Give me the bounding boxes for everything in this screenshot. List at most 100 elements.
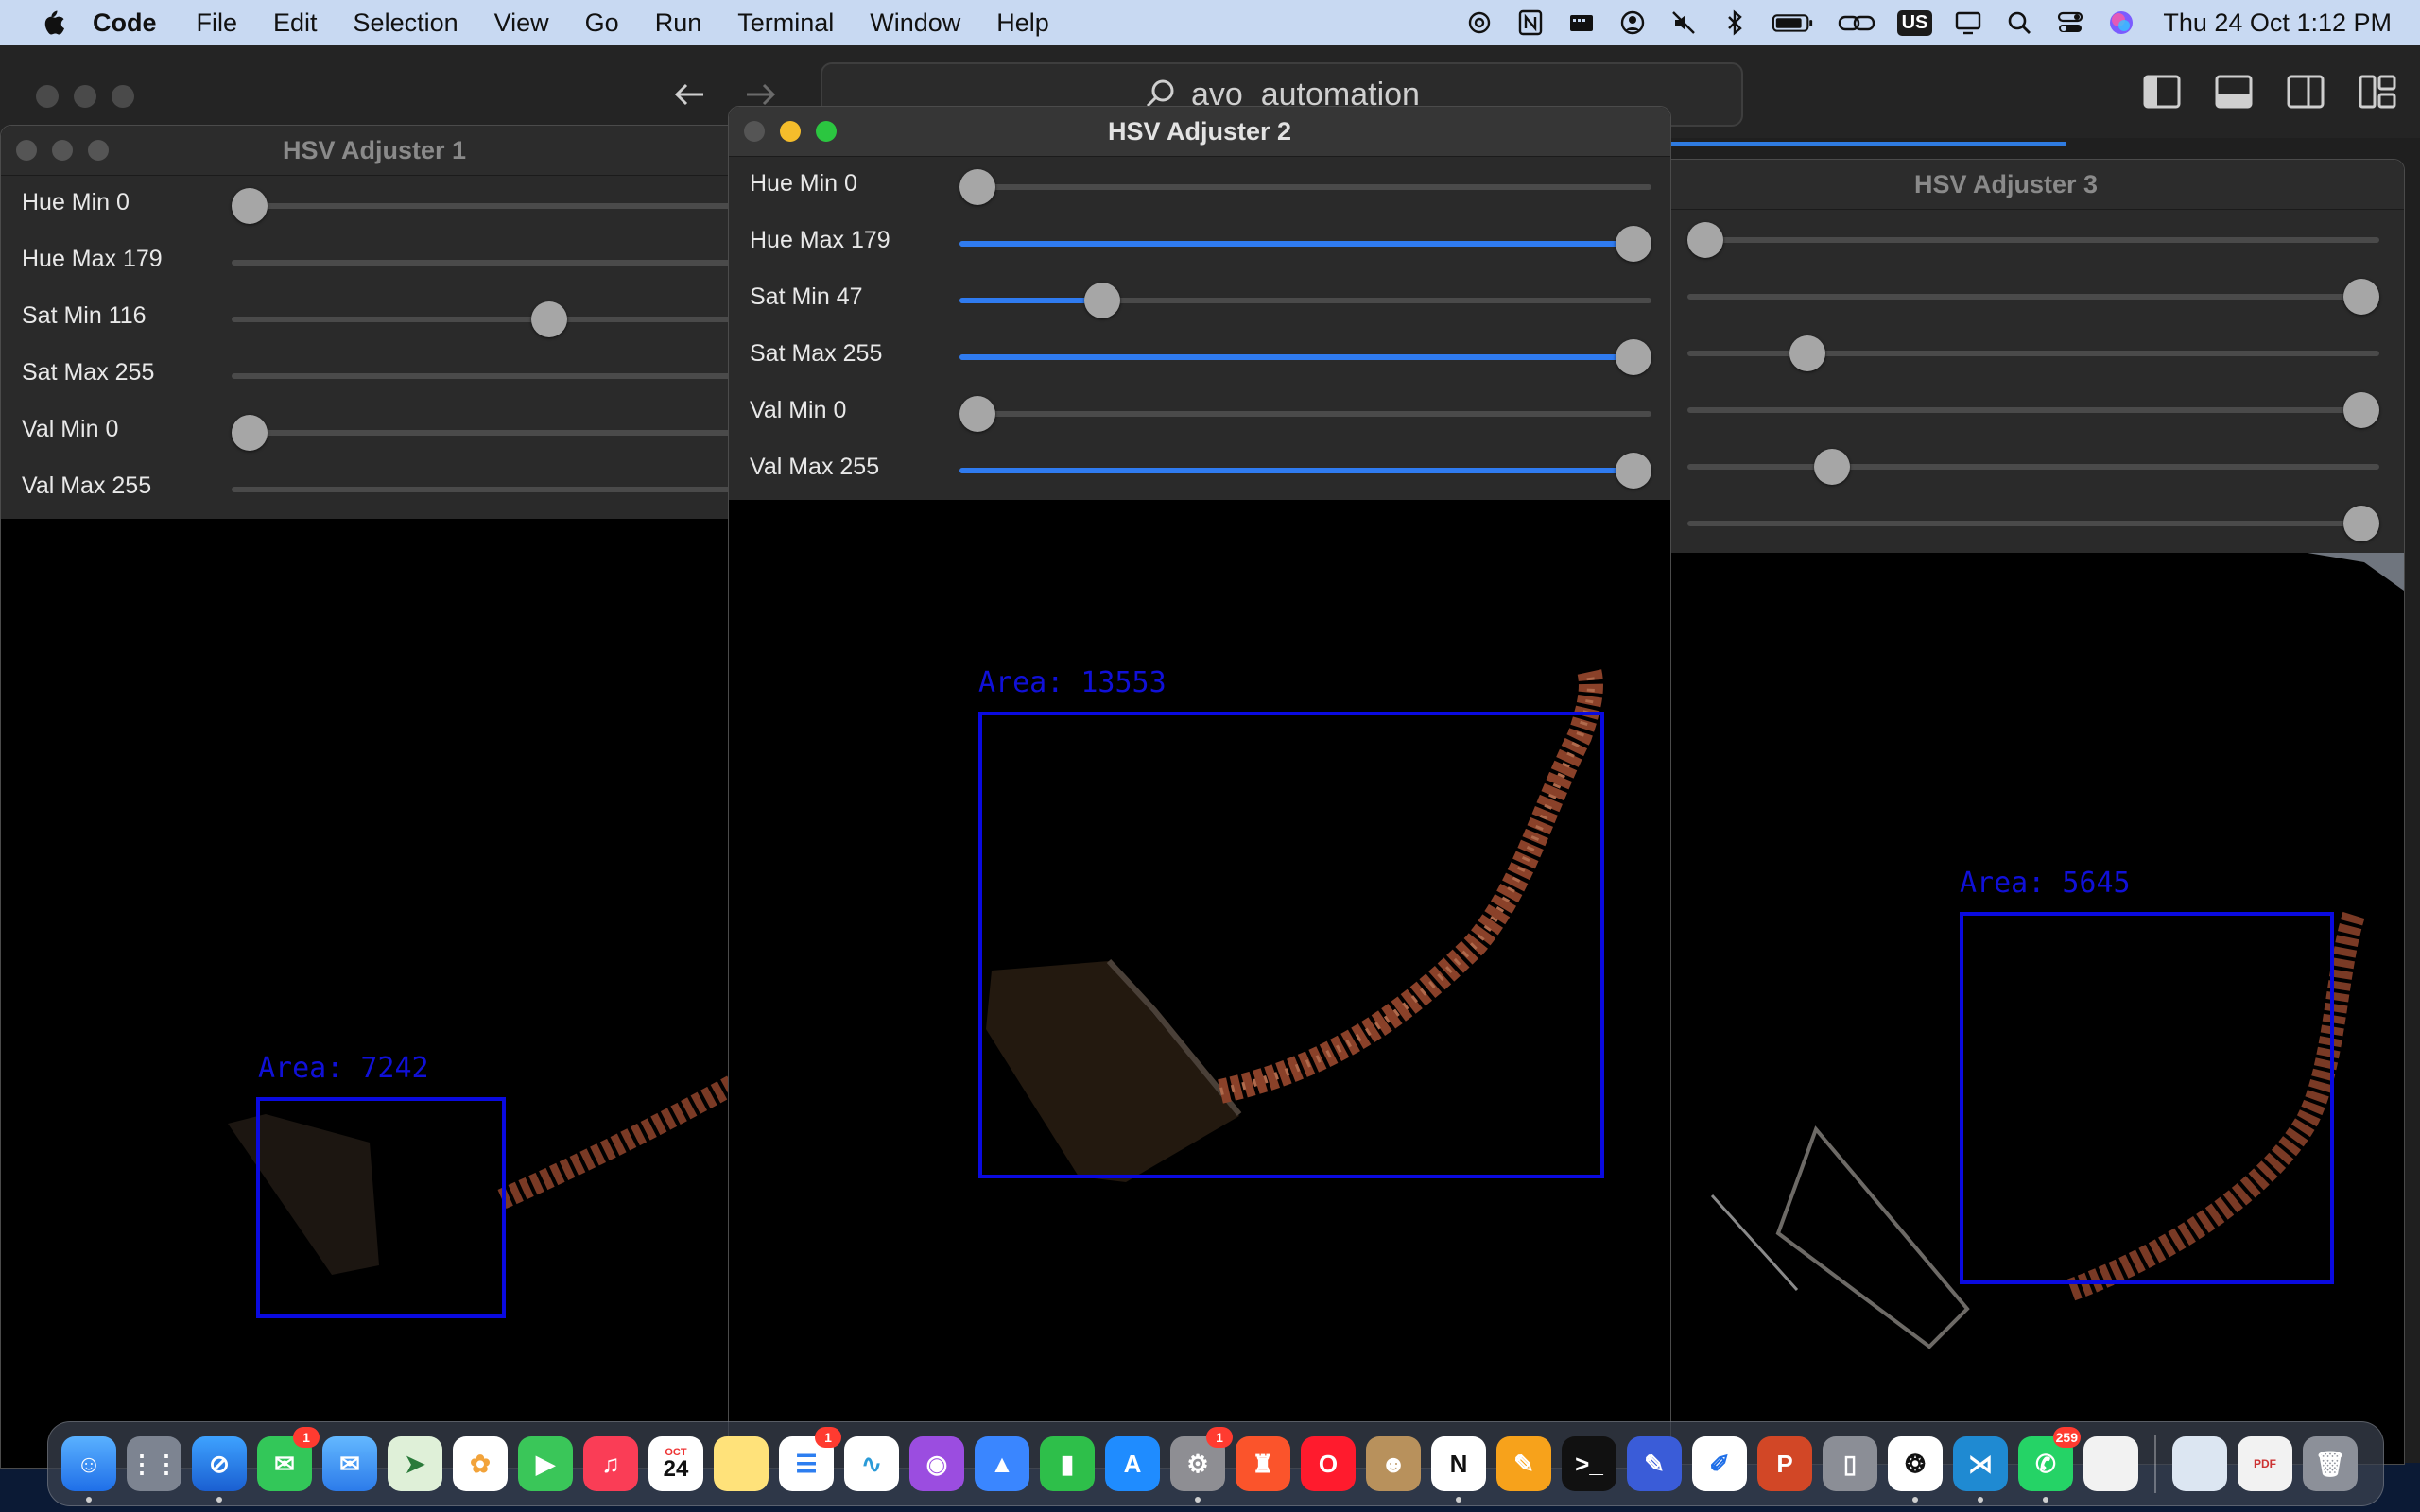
menu-file[interactable]: File xyxy=(197,9,238,38)
launchpad-icon[interactable]: ⋮⋮ xyxy=(127,1436,182,1491)
slider-track[interactable] xyxy=(959,354,1651,360)
slider-track[interactable] xyxy=(232,487,748,492)
slider-track[interactable] xyxy=(232,430,748,436)
document-icon[interactable] xyxy=(2083,1436,2138,1491)
slider-thumb[interactable] xyxy=(232,415,268,451)
slider-thumb[interactable] xyxy=(1814,449,1850,485)
mute-icon[interactable] xyxy=(1668,9,1699,37)
contacts-icon[interactable]: ☻ xyxy=(1366,1436,1421,1491)
notes-icon[interactable] xyxy=(714,1436,769,1491)
slider-track[interactable] xyxy=(1687,294,2379,300)
slider-track[interactable] xyxy=(232,260,748,266)
trash-icon[interactable]: 🗑 xyxy=(2303,1436,2358,1491)
editor-icon[interactable]: ✎ xyxy=(1627,1436,1682,1491)
podcasts-icon[interactable]: ◉ xyxy=(909,1436,964,1491)
pdf-document-icon[interactable]: PDF xyxy=(2238,1436,2292,1491)
app-store-icon[interactable]: A xyxy=(1105,1436,1160,1491)
minimize-button[interactable] xyxy=(52,140,73,161)
slider-thumb[interactable] xyxy=(2343,506,2379,541)
slider-thumb[interactable] xyxy=(1687,222,1723,258)
window-titlebar[interactable]: HSV Adjuster 1 xyxy=(1,126,748,176)
slider-thumb[interactable] xyxy=(531,301,567,337)
terminal-icon[interactable]: >_ xyxy=(1562,1436,1616,1491)
slider-track[interactable] xyxy=(1687,237,2379,243)
openai-status-icon[interactable] xyxy=(1464,9,1495,37)
menu-edit[interactable]: Edit xyxy=(273,9,318,38)
numbers-icon[interactable]: ▮ xyxy=(1040,1436,1095,1491)
pages-icon[interactable]: ✎ xyxy=(1496,1436,1551,1491)
menu-help[interactable]: Help xyxy=(996,9,1049,38)
slider-track[interactable] xyxy=(1687,407,2379,413)
menu-selection[interactable]: Selection xyxy=(354,9,458,38)
battery-icon[interactable] xyxy=(1771,9,1816,37)
toggle-panel-icon[interactable] xyxy=(2214,72,2254,112)
menubar-clock[interactable]: Thu 24 Oct 1:12 PM xyxy=(2163,9,2392,38)
menu-go[interactable]: Go xyxy=(585,9,619,38)
slider-track[interactable] xyxy=(959,468,1651,473)
freeform-icon[interactable]: ∿ xyxy=(844,1436,899,1491)
menu-app-name[interactable]: Code xyxy=(93,9,157,38)
finder-icon[interactable]: ☺ xyxy=(61,1436,116,1503)
slider-thumb[interactable] xyxy=(1616,339,1651,375)
slider-thumb[interactable] xyxy=(959,396,995,432)
powerpoint-icon[interactable]: P xyxy=(1757,1436,1812,1491)
facetime-icon[interactable]: ▶ xyxy=(518,1436,573,1491)
toggle-primary-sidebar-icon[interactable] xyxy=(2142,72,2182,112)
arrow-left-icon[interactable] xyxy=(669,74,711,115)
spotlight-search-icon[interactable] xyxy=(2004,9,2034,37)
slider-track[interactable] xyxy=(232,317,748,322)
system-settings-icon[interactable]: ⚙ 1 xyxy=(1170,1427,1233,1503)
toggle-secondary-sidebar-icon[interactable] xyxy=(2286,72,2325,112)
close-button[interactable] xyxy=(36,85,59,108)
menu-terminal[interactable]: Terminal xyxy=(737,9,834,38)
script-editor-icon[interactable]: ✐ xyxy=(1692,1436,1747,1491)
slider-thumb[interactable] xyxy=(2343,392,2379,428)
slider-thumb[interactable] xyxy=(232,188,268,224)
bluetooth-icon[interactable] xyxy=(1720,9,1750,37)
slider-track[interactable] xyxy=(959,184,1651,190)
iphone-mirroring-icon[interactable]: ▯ xyxy=(1823,1436,1877,1491)
input-source-badge[interactable]: US xyxy=(1896,9,1933,36)
slider-thumb[interactable] xyxy=(1084,283,1120,318)
slider-track[interactable] xyxy=(959,298,1651,303)
slider-track[interactable] xyxy=(232,203,748,209)
close-button[interactable] xyxy=(744,121,765,142)
slider-track[interactable] xyxy=(1687,521,2379,526)
slider-thumb[interactable] xyxy=(959,169,995,205)
keynote-icon[interactable]: ▲ xyxy=(975,1436,1029,1491)
minimize-button[interactable] xyxy=(780,121,801,142)
control-center-icon[interactable] xyxy=(2055,9,2085,37)
reminders-icon[interactable]: ☰ 1 xyxy=(779,1427,841,1491)
photos-icon[interactable]: ✿ xyxy=(453,1436,508,1491)
slider-thumb[interactable] xyxy=(1789,335,1825,371)
slider-thumb[interactable] xyxy=(1616,226,1651,262)
zoom-button[interactable] xyxy=(88,140,109,161)
slider-track[interactable] xyxy=(232,373,748,379)
window-titlebar[interactable]: HSV Adjuster 2 xyxy=(729,107,1670,157)
user-status-icon[interactable] xyxy=(1617,9,1648,37)
display-icon[interactable] xyxy=(1953,9,1983,37)
whatsapp-icon[interactable]: ✆ 259 xyxy=(2018,1427,2081,1503)
downloads-folder-icon[interactable] xyxy=(2172,1436,2227,1491)
notion-icon[interactable]: N xyxy=(1431,1436,1486,1503)
link-status-icon[interactable] xyxy=(1837,9,1876,37)
menu-window[interactable]: Window xyxy=(870,9,960,38)
siri-icon[interactable] xyxy=(2106,9,2136,37)
maps-icon[interactable]: ➤ xyxy=(388,1436,442,1491)
notion-status-icon[interactable] xyxy=(1515,9,1546,37)
calendar-icon[interactable]: OCT 24 xyxy=(648,1436,703,1491)
brave-icon[interactable]: ♜ xyxy=(1236,1436,1290,1491)
zoom-button[interactable] xyxy=(112,85,134,108)
messages-icon[interactable]: ✉ 1 xyxy=(257,1427,320,1491)
slider-thumb[interactable] xyxy=(1616,453,1651,489)
media-status-icon[interactable] xyxy=(1566,9,1597,37)
slider-track[interactable] xyxy=(1687,464,2379,470)
close-button[interactable] xyxy=(16,140,37,161)
music-icon[interactable]: ♫ xyxy=(583,1436,638,1491)
opera-icon[interactable]: O xyxy=(1301,1436,1356,1491)
slider-thumb[interactable] xyxy=(2343,279,2379,315)
chatgpt-icon[interactable]: ❂ xyxy=(1888,1436,1943,1503)
slider-track[interactable] xyxy=(959,241,1651,247)
mail-icon[interactable]: ✉ xyxy=(322,1436,377,1491)
minimize-button[interactable] xyxy=(74,85,96,108)
